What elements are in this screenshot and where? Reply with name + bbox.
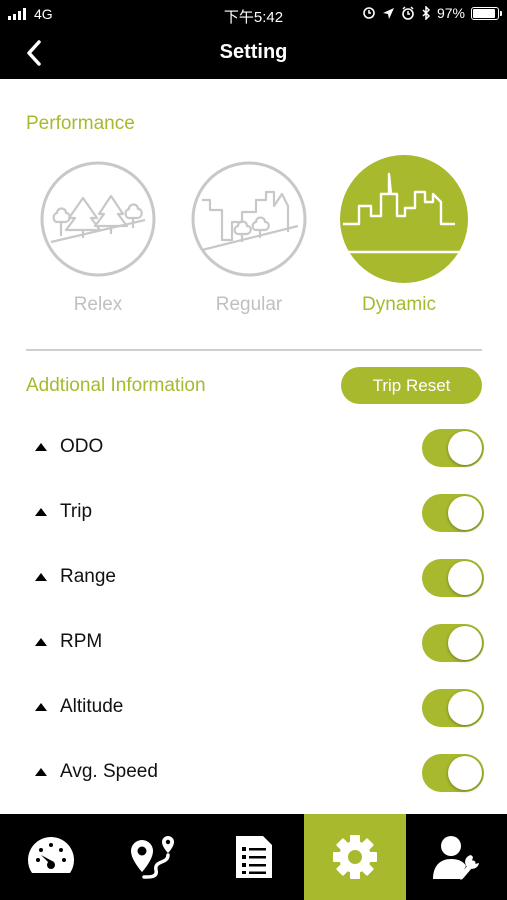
mode-dynamic-label: Dynamic bbox=[362, 294, 436, 315]
triangle-up-icon[interactable] bbox=[35, 573, 47, 581]
tab-profile[interactable] bbox=[406, 814, 507, 900]
status-right: 97% bbox=[362, 5, 502, 21]
toggle-knob bbox=[448, 496, 482, 530]
tab-dashboard[interactable] bbox=[0, 814, 101, 900]
altitude-toggle[interactable] bbox=[422, 689, 484, 727]
battery-percent: 97% bbox=[436, 5, 465, 21]
screen-lock-icon bbox=[363, 7, 375, 19]
performance-modes: Relex Regular Dynamic bbox=[0, 155, 507, 330]
toggle-knob bbox=[448, 431, 482, 465]
triangle-up-icon[interactable] bbox=[35, 443, 47, 451]
triangle-up-icon[interactable] bbox=[35, 638, 47, 646]
toggle-knob bbox=[448, 691, 482, 725]
additional-info-title: Addtional Information bbox=[26, 375, 206, 396]
info-label: ODO bbox=[60, 436, 104, 457]
tab-bar bbox=[0, 814, 507, 900]
info-row-altitude: Altitude bbox=[0, 676, 507, 741]
info-label: Trip bbox=[60, 501, 93, 522]
route-map-icon bbox=[131, 836, 175, 879]
toggle-knob bbox=[448, 756, 482, 790]
tab-settings[interactable] bbox=[304, 814, 406, 900]
range-toggle[interactable] bbox=[422, 559, 484, 597]
user-settings-icon bbox=[433, 836, 480, 880]
mode-regular-label: Regular bbox=[215, 294, 283, 315]
page-title: Setting bbox=[219, 41, 288, 63]
toggle-knob bbox=[448, 561, 482, 595]
info-label: Range bbox=[60, 566, 116, 587]
info-row-rpm: RPM bbox=[0, 611, 507, 676]
odo-toggle[interactable] bbox=[422, 429, 484, 467]
performance-title: Performance bbox=[26, 113, 135, 134]
tab-route[interactable] bbox=[101, 814, 202, 900]
avg-speed-toggle[interactable] bbox=[422, 754, 484, 792]
speedometer-icon bbox=[27, 837, 74, 873]
battery-icon bbox=[471, 6, 502, 20]
info-row-range: Range bbox=[0, 546, 507, 611]
info-label: RPM bbox=[60, 631, 103, 652]
rpm-toggle[interactable] bbox=[422, 624, 484, 662]
triangle-up-icon[interactable] bbox=[35, 703, 47, 711]
trip-reset-button[interactable]: Trip Reset bbox=[341, 367, 482, 404]
mode-regular[interactable]: Regular bbox=[189, 160, 309, 316]
info-row-odo: ODO bbox=[0, 416, 507, 481]
location-icon bbox=[382, 7, 394, 19]
forest-icon bbox=[40, 161, 156, 277]
nav-bar: Setting bbox=[0, 28, 507, 79]
mode-dynamic[interactable]: Dynamic bbox=[339, 155, 468, 316]
info-row-avg-speed: Avg. Speed bbox=[0, 741, 507, 806]
info-label: Avg. Speed bbox=[60, 761, 158, 782]
additional-info-list: ODO Trip Range RPM Altitude Avg. Speed bbox=[0, 416, 507, 806]
bluetooth-icon bbox=[422, 6, 431, 20]
mode-relex[interactable]: Relex bbox=[38, 160, 158, 316]
info-label: Altitude bbox=[60, 696, 124, 717]
status-bar: 4G 下午5:42 97% bbox=[0, 0, 507, 28]
info-row-trip: Trip bbox=[0, 481, 507, 546]
city-skyline-icon bbox=[340, 155, 468, 283]
gear-icon bbox=[332, 835, 377, 879]
triangle-up-icon[interactable] bbox=[35, 768, 47, 776]
trip-toggle[interactable] bbox=[422, 494, 484, 532]
alarm-icon bbox=[402, 6, 414, 20]
town-icon bbox=[191, 161, 307, 277]
report-list-icon bbox=[235, 836, 272, 878]
mode-relex-label: Relex bbox=[73, 294, 123, 315]
toggle-knob bbox=[448, 626, 482, 660]
section-divider bbox=[26, 349, 482, 351]
tab-report[interactable] bbox=[203, 814, 304, 900]
triangle-up-icon[interactable] bbox=[35, 508, 47, 516]
